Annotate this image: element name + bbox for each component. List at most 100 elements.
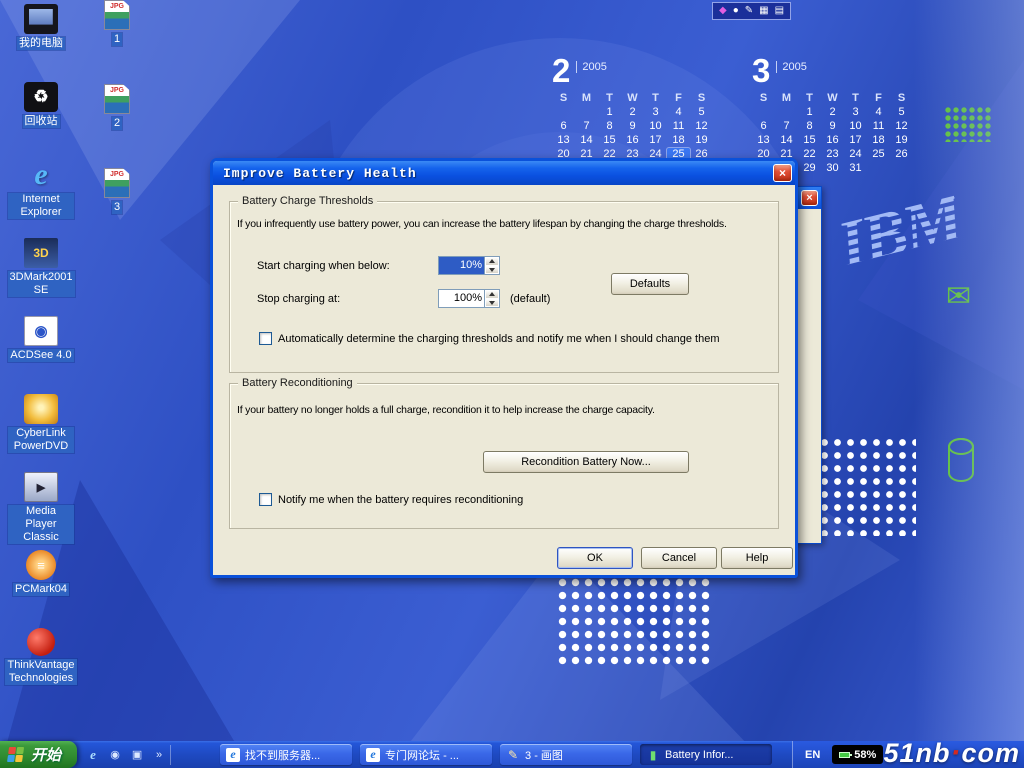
calendar-header: 2 2005 [552, 54, 724, 88]
pcmark-icon: ≡ [26, 550, 56, 580]
calendar-day-header: M [575, 92, 598, 104]
desktop-icon-mpc[interactable]: ▶Media Player Classic [8, 472, 74, 550]
battery-indicator[interactable]: 58% [832, 745, 883, 764]
notes-icon[interactable]: ▤ [775, 6, 784, 16]
calendar-date [552, 106, 575, 118]
recycle-bin-icon: ♻ [24, 82, 58, 112]
calendar-day-header: M [775, 92, 798, 104]
notify-reconditioning-checkbox[interactable]: Notify me when the battery requires reco… [259, 493, 523, 506]
taskbar-button[interactable]: ▮ Battery Infor... [640, 744, 772, 765]
taskbar-button[interactable]: ✎3 - 画图 [500, 744, 632, 765]
quick-launch: e ◉ ▣ » [85, 747, 167, 763]
calendar-day-header: F [867, 92, 890, 104]
diamond-icon[interactable]: ◆ [719, 6, 727, 16]
calendar-date: 31 [844, 162, 867, 174]
spin-up-icon[interactable] [485, 290, 499, 299]
taskbar-button[interactable]: e找不到服务器... [220, 744, 352, 765]
calendar-year: 2005 [776, 61, 806, 73]
reconditioning-description: If your battery no longer holds a full c… [237, 404, 655, 416]
desktop-icon-jpg[interactable]: JPG1 [92, 0, 142, 84]
help-button[interactable]: Help [721, 547, 793, 569]
background-window-close-button[interactable]: × [801, 190, 818, 206]
desktop-icon-recycle-bin[interactable]: ♻回收站 [8, 82, 74, 160]
more-toolbars-icon[interactable]: » [151, 747, 167, 763]
calendar-month-2: 22005SMTWTFS1234567891011121314151617181… [552, 54, 724, 174]
spin-down-icon[interactable] [485, 266, 499, 275]
calendar-date: 14 [775, 134, 798, 146]
calendar-date: 7 [575, 120, 598, 132]
calendar-day-header: S [552, 92, 575, 104]
calendar-date: 3 [644, 106, 667, 118]
stop-threshold-value: 100% [439, 290, 484, 307]
desktop-icon-acdsee[interactable]: ◉ACDSee 4.0 [8, 316, 74, 394]
watermark-tld: com [961, 738, 1020, 768]
calendar-year: 2005 [576, 61, 606, 73]
auto-determine-checkbox[interactable]: Automatically determine the charging thr… [259, 332, 719, 345]
calendar-date: 11 [867, 120, 890, 132]
desktop-icon-pcmark[interactable]: ≡PCMark04 [8, 550, 74, 628]
stop-threshold-input[interactable]: 100% [438, 289, 500, 308]
media-player-quicklaunch-icon[interactable]: ◉ [107, 747, 123, 763]
taskbar-button[interactable]: e专门网论坛 - ... [360, 744, 492, 765]
start-threshold-input[interactable]: 10% [438, 256, 500, 275]
start-charging-label: Start charging when below: [257, 260, 390, 272]
recondition-battery-button[interactable]: Recondition Battery Now... [483, 451, 689, 473]
desktop-icon-label: Internet Explorer [8, 193, 74, 219]
show-desktop-icon[interactable]: ▣ [129, 747, 145, 763]
taskbar-button-label: Battery Infor... [665, 749, 733, 761]
calendar-day-header: F [667, 92, 690, 104]
thresholds-description: If you infrequently use battery power, y… [237, 218, 727, 230]
checkbox-box[interactable] [259, 332, 272, 345]
calendar-date: 19 [890, 134, 913, 146]
calendar-date: 2 [821, 106, 844, 118]
dialog-close-button[interactable]: × [773, 164, 792, 182]
defaults-button[interactable]: Defaults [611, 273, 689, 295]
calendar-date: 15 [798, 134, 821, 146]
calendar-month-3: 32005SMTWTFS1234567891011121314151617181… [752, 54, 924, 174]
cancel-button[interactable]: Cancel [641, 547, 717, 569]
desktop-icon-internet-explorer[interactable]: eInternet Explorer [8, 160, 74, 238]
start-button[interactable]: 开始 [0, 741, 77, 768]
pen-icon[interactable]: ✎ [745, 6, 753, 16]
desktop-icon-my-computer[interactable]: 我的电脑 [8, 4, 74, 82]
desktop-icon-thinkvantage[interactable]: ThinkVantage Technologies [8, 628, 74, 706]
calendar-date: 16 [621, 134, 644, 146]
desktop-icon-jpg[interactable]: JPG3 [92, 168, 142, 252]
calendar-date: 5 [890, 106, 913, 118]
taskbar-button-label: 专门网论坛 - ... [385, 747, 459, 763]
dialog-titlebar[interactable]: Improve Battery Health × [213, 161, 795, 185]
calendar-day-header: T [598, 92, 621, 104]
ok-button[interactable]: OK [557, 547, 633, 569]
calendar-month-number: 2 [552, 54, 570, 88]
start-button-label: 开始 [31, 744, 61, 765]
spin-down-icon[interactable] [485, 299, 499, 308]
checkbox-box[interactable] [259, 493, 272, 506]
desktop-icon-jpg[interactable]: JPG2 [92, 84, 142, 168]
calendar-header: 3 2005 [752, 54, 924, 88]
calendar-date: 8 [798, 120, 821, 132]
checkbox-label: Automatically determine the charging thr… [278, 333, 719, 345]
internet-explorer-quicklaunch-icon[interactable]: e [85, 747, 101, 763]
keyboard-icon[interactable]: ▦ [759, 6, 768, 16]
calendar-date: 12 [890, 120, 913, 132]
battery-task-icon: ▮ [646, 748, 660, 762]
language-indicator[interactable]: EN [805, 749, 820, 761]
start-threshold-spinner [484, 257, 499, 274]
group-title: Battery Reconditioning [238, 377, 357, 389]
calendar-date: 8 [598, 120, 621, 132]
calendar-date: 4 [867, 106, 890, 118]
calendar-date: 26 [890, 148, 913, 160]
calendar-date: 3 [844, 106, 867, 118]
audio-icon[interactable]: ● [733, 6, 739, 16]
calendar-day-header: T [844, 92, 867, 104]
calendar-date: 30 [821, 162, 844, 174]
calendar-date [890, 162, 913, 174]
calendar-month-number: 3 [752, 54, 770, 88]
calendar-day-header: W [821, 92, 844, 104]
spin-up-icon[interactable] [485, 257, 499, 266]
calendar-date: 18 [667, 134, 690, 146]
desktop-icon-powerdvd[interactable]: CyberLink PowerDVD [8, 394, 74, 472]
calendar-date: 24 [844, 148, 867, 160]
calendar-date: 19 [690, 134, 713, 146]
desktop-icon-3dmark[interactable]: 3D3DMark2001 SE [8, 238, 74, 316]
